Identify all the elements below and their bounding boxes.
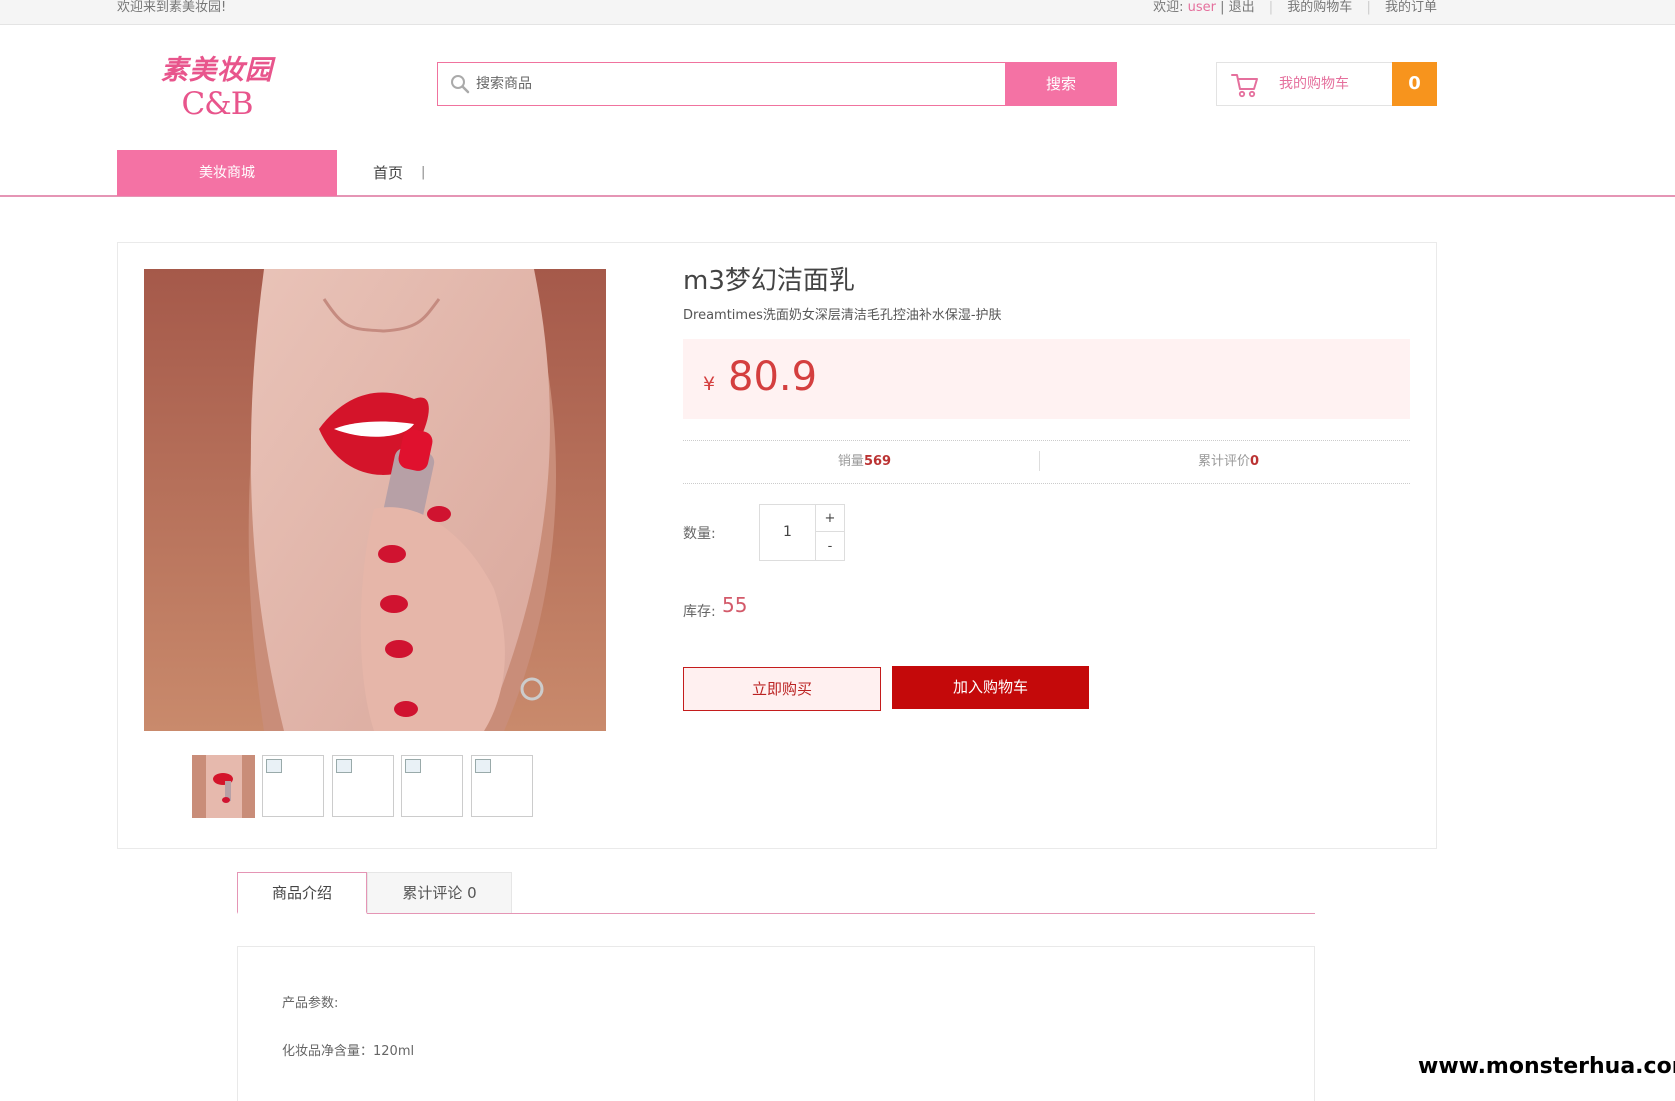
stock-label: 库存: (683, 604, 716, 620)
sales-stat: 销量569 (683, 441, 1046, 483)
buy-now-button[interactable]: 立即购买 (683, 667, 881, 711)
search-button[interactable]: 搜索 (1005, 62, 1117, 106)
product-panel: m3梦幻洁面乳 Dreamtimes洗面奶女深层清洁毛孔控油补水保湿-护肤 ¥ … (117, 242, 1437, 849)
broken-image-icon (475, 759, 491, 773)
user-links: 欢迎: user | 退出 | 我的购物车 | 我的订单 (1153, 0, 1437, 15)
cart-label: 我的购物车 (1279, 76, 1349, 92)
divider: | (1366, 0, 1371, 15)
thumbnail-image[interactable] (262, 755, 324, 817)
thumbnail-image[interactable] (471, 755, 533, 817)
username-link[interactable]: user (1188, 0, 1216, 15)
stock-value: 55 (722, 593, 748, 617)
nav-home-link[interactable]: 首页 (373, 150, 403, 196)
detail-tabs: 商品介绍 累计评论 0 (237, 872, 1315, 914)
search-icon (450, 74, 470, 94)
sales-value: 569 (863, 454, 892, 469)
logo-en-text: C&B (181, 86, 253, 122)
product-title: m3梦幻洁面乳 (683, 266, 855, 296)
quantity-input[interactable]: 1 (760, 505, 816, 560)
thumbnail-image[interactable] (192, 755, 255, 818)
quantity-plus-button[interactable]: + (816, 505, 844, 532)
quantity-minus-button[interactable]: - (816, 533, 844, 560)
add-to-cart-button[interactable]: 加入购物车 (892, 666, 1089, 709)
site-logo[interactable]: 素美妆园 C&B (152, 55, 282, 123)
quantity-stepper: 1 + - (759, 504, 845, 561)
tab-reviews[interactable]: 累计评论 0 (367, 872, 512, 913)
my-cart-link[interactable]: 我的购物车 (1287, 0, 1352, 15)
my-orders-link[interactable]: 我的订单 (1385, 0, 1437, 15)
logout-link[interactable]: | 退出 (1220, 0, 1255, 15)
product-price: 80.9 (728, 354, 818, 400)
cart-count-badge: 0 (1392, 62, 1437, 106)
search-bar: 搜索 (437, 62, 1117, 106)
watermark-text: www.monsterhua.com (1414, 1052, 1675, 1081)
top-bar: 欢迎来到素美妆园! 欢迎: user | 退出 | 我的购物车 | 我的订单 (0, 0, 1675, 25)
broken-image-icon (266, 759, 282, 773)
reviews-label: 累计评价 (1197, 454, 1250, 469)
product-subtitle: Dreamtimes洗面奶女深层清洁毛孔控油补水保湿-护肤 (683, 308, 1002, 323)
product-stats: 销量569 累计评价0 (683, 440, 1410, 484)
logo-cn-text: 素美妆园 (161, 55, 273, 86)
nav-category-button[interactable]: 美妆商城 (117, 150, 337, 196)
reviews-value: 0 (1249, 454, 1260, 469)
cart-widget[interactable]: 我的购物车 0 (1216, 62, 1437, 106)
tab-product-intro[interactable]: 商品介绍 (237, 872, 367, 914)
param-title: 产品参数: (282, 996, 339, 1011)
divider: | (1268, 0, 1274, 15)
main-nav: 美妆商城 首页 | (0, 150, 1675, 197)
quantity-label: 数量: (683, 526, 716, 542)
search-input[interactable] (476, 71, 976, 97)
nav-divider: | (421, 165, 426, 180)
reviews-stat: 累计评价0 (1047, 441, 1410, 483)
net-content-text: 化妆品净含量：120ml (282, 1044, 415, 1059)
thumbnail-image[interactable] (332, 755, 394, 817)
welcome-text: 欢迎来到素美妆园! (117, 0, 227, 15)
product-main-image (144, 269, 606, 731)
thumbnail-image[interactable] (401, 755, 463, 817)
greeting-text: 欢迎: (1153, 0, 1184, 15)
currency-symbol: ¥ (703, 373, 716, 395)
price-box: ¥ 80.9 (683, 339, 1410, 419)
stats-divider (1039, 451, 1040, 471)
broken-image-icon (336, 759, 352, 773)
sales-label: 销量 (837, 454, 864, 469)
broken-image-icon (405, 759, 421, 773)
cart-icon (1231, 72, 1259, 98)
description-panel: 产品参数: 化妆品净含量：120ml (237, 946, 1315, 1101)
